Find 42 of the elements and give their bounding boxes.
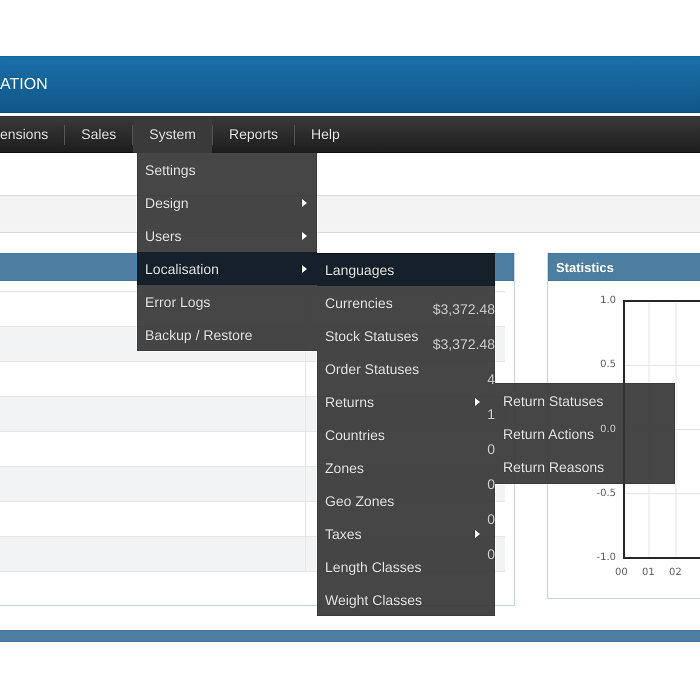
axis-tick-label: 0.0 [600, 424, 616, 434]
table-cell: 0 [487, 511, 495, 527]
menu-item[interactable]: Stock Statuses [317, 319, 418, 352]
nav-item[interactable]: Sales [65, 116, 132, 153]
nav-item[interactable]: ensions [0, 116, 64, 153]
table-cell: $3,372.48 [432, 301, 495, 317]
menu-item[interactable]: Settings [137, 153, 317, 186]
menu-item[interactable]: Returns [317, 385, 485, 418]
menu-item[interactable]: Return Statuses [495, 384, 604, 417]
axis-tick-label: -1.0 [596, 552, 616, 563]
menu-item[interactable]: Return Actions [495, 417, 594, 450]
nav-item[interactable]: Reports [212, 116, 294, 153]
menu-item[interactable]: Users [137, 219, 317, 252]
panel-title: Statistics [555, 260, 614, 274]
menu-item[interactable]: Languages [317, 253, 495, 286]
menu-item[interactable]: Localisation [137, 252, 317, 285]
table-cell: 0 [487, 476, 495, 492]
table-cell: 4 [487, 371, 495, 387]
axis-tick-label: 1.0 [600, 295, 616, 306]
menu-item[interactable]: Length Classes [317, 550, 422, 583]
menu-item[interactable]: Order Statuses [317, 352, 420, 385]
table-cell: $3,372.48 [432, 336, 495, 352]
axis-tick-label: 00 [615, 567, 628, 578]
table-cell: 1 [487, 406, 495, 422]
menu-item[interactable]: Currencies [317, 286, 393, 319]
axis-tick-label: -0.5 [596, 488, 616, 499]
axis-tick-label: 0.5 [600, 359, 616, 370]
menu-item[interactable]: Countries [317, 418, 385, 451]
app-title: ATION [0, 76, 48, 94]
menu-item[interactable]: Geo Zones [317, 484, 394, 517]
nav-item[interactable]: Help [295, 116, 356, 153]
axis-tick-label: 01 [642, 567, 655, 578]
menu-item[interactable]: Design [137, 186, 317, 219]
menu-item[interactable]: Return Reasons [495, 450, 604, 483]
menu-item[interactable]: Backup / Restore [137, 318, 317, 351]
table-cell: 0 [487, 546, 495, 562]
axis-tick-label: 02 [669, 567, 682, 578]
menu-item[interactable]: Weight Classes [317, 583, 422, 616]
menu-item[interactable]: Error Logs [137, 285, 317, 318]
menu-item[interactable]: Zones [317, 451, 364, 484]
menu-item[interactable]: Taxes [317, 517, 485, 550]
table-cell: 0 [487, 441, 495, 457]
